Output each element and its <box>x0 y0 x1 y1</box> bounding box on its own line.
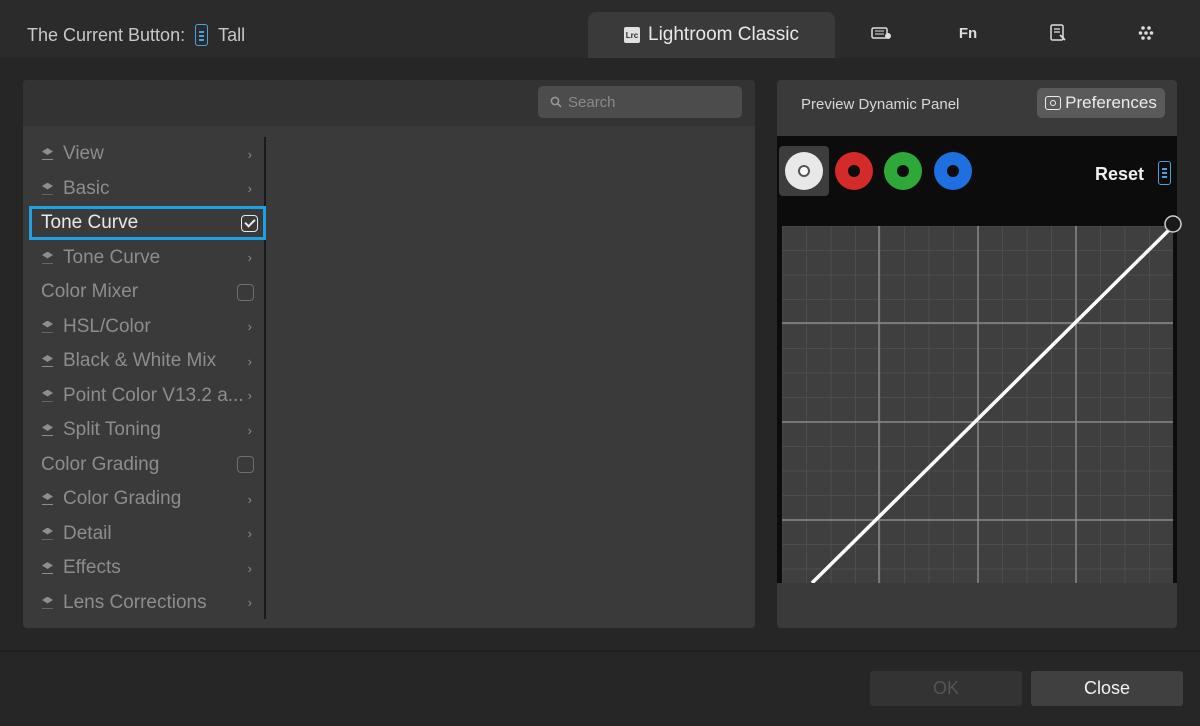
tone-curve-graph[interactable] <box>782 226 1173 583</box>
list-header <box>23 80 755 126</box>
preferences-icon <box>1045 96 1062 110</box>
channel-rgb-button[interactable] <box>785 152 823 190</box>
chevron-right-icon: › <box>247 250 252 265</box>
keyboard-mouse-icon[interactable] <box>869 22 893 44</box>
channel-dot <box>798 165 810 177</box>
channel-dot <box>947 165 959 177</box>
layers-icon <box>41 528 55 540</box>
list-item[interactable]: Color Grading › <box>23 482 264 516</box>
ok-button[interactable]: OK <box>870 671 1022 706</box>
channel-blue-button[interactable] <box>934 152 972 190</box>
preferences-button[interactable]: Preferences <box>1037 88 1165 118</box>
layers-icon <box>41 597 55 609</box>
preferences-label: Preferences <box>1065 93 1157 112</box>
list-item-label: Color Grading <box>63 488 182 509</box>
chevron-right-icon: › <box>247 181 252 196</box>
top-bar: The Current Button: Tall Lrc Lightroom C… <box>0 0 1200 58</box>
list-item-label: Lens Corrections <box>63 591 207 613</box>
list-item-label: Effects <box>63 557 121 578</box>
list-item[interactable]: Basic › <box>23 172 264 206</box>
layers-icon <box>41 424 55 436</box>
list-item[interactable]: Tone Curve <box>29 206 266 240</box>
fn-icon[interactable]: Fn <box>956 22 980 44</box>
preview-panel: Preview Dynamic Panel Preferences Reset <box>777 80 1182 628</box>
list-item-label: Tone Curve <box>63 246 161 268</box>
tall-button-icon <box>1158 161 1171 185</box>
list-item-label: View <box>63 143 104 164</box>
chevron-right-icon: › <box>247 491 252 507</box>
layers-icon <box>41 252 55 264</box>
chevron-right-icon: › <box>247 319 252 334</box>
search-icon <box>550 96 562 108</box>
list-item-label: Detail <box>63 522 112 544</box>
current-button-indicator: The Current Button: Tall <box>27 24 245 46</box>
list-item[interactable]: Tone Curve › <box>23 241 264 275</box>
chevron-right-icon: › <box>247 388 252 403</box>
list-item-label: Color Mixer <box>41 281 139 302</box>
tone-curve-line <box>810 226 1173 583</box>
curve-endpoint-handle[interactable] <box>1161 212 1185 236</box>
list-item-label: Tone Curve <box>41 212 139 233</box>
edit-icon[interactable] <box>1046 22 1070 44</box>
list-item-label: Basic <box>63 177 110 199</box>
list-item[interactable]: HSL/Color › <box>23 310 264 344</box>
list-item[interactable]: Point Color V13.2 a... › <box>23 379 264 413</box>
layers-icon <box>41 493 55 505</box>
current-button-label: The Current Button: <box>27 24 186 45</box>
list-item[interactable]: Effects › <box>23 551 264 585</box>
footer-divider <box>0 650 1200 652</box>
channel-red-button[interactable] <box>835 152 873 190</box>
list-item[interactable]: Color Mixer <box>23 275 264 309</box>
list-item[interactable]: Lens Corrections › <box>23 586 264 620</box>
function-list-panel: View › Basic › Tone Curve Tone Curve › Color Mi… <box>23 80 755 628</box>
current-button-value: Tall <box>218 24 246 45</box>
layers-icon <box>41 183 55 195</box>
layers-icon <box>41 355 55 367</box>
list-item-label: Point Color V13.2 a... <box>63 384 244 406</box>
list-item[interactable]: Color Grading <box>23 448 264 482</box>
list-item-label: Color Grading <box>41 453 160 475</box>
checkbox[interactable] <box>237 456 254 473</box>
list-item-label: HSL/Color <box>63 315 151 337</box>
channel-dot <box>848 165 860 177</box>
chevron-right-icon: › <box>247 353 252 369</box>
list-item-label: Split Toning <box>63 419 161 440</box>
reset-button[interactable]: Reset <box>1095 164 1144 185</box>
search-input[interactable] <box>568 93 738 111</box>
tab-label: Lightroom Classic <box>648 24 799 45</box>
chevron-right-icon: › <box>247 146 252 162</box>
tall-button-icon <box>195 24 209 46</box>
list-item[interactable]: View › <box>23 137 264 171</box>
layers-icon <box>41 321 55 333</box>
tab-lightroom-classic[interactable]: Lrc Lightroom Classic <box>588 12 835 58</box>
channel-green-button[interactable] <box>884 152 922 190</box>
layers-icon <box>41 390 55 402</box>
list-item-label: Black & White Mix <box>63 350 217 371</box>
list-item[interactable]: Detail › <box>23 517 264 551</box>
checkbox-checked[interactable] <box>241 214 258 232</box>
chevron-right-icon: › <box>247 560 252 576</box>
chevron-right-icon: › <box>247 595 252 610</box>
list-item[interactable]: Black & White Mix › <box>23 344 264 378</box>
chevron-right-icon: › <box>247 422 252 438</box>
close-button[interactable]: Close <box>1031 671 1183 706</box>
search-box[interactable] <box>538 86 742 118</box>
chevron-right-icon: › <box>247 526 252 541</box>
function-list: View › Basic › Tone Curve Tone Curve › Color Mi… <box>23 137 266 619</box>
checkbox[interactable] <box>237 283 254 301</box>
layers-icon <box>41 148 55 160</box>
dots-icon[interactable] <box>1134 22 1158 44</box>
tone-curve-preview: Reset <box>777 136 1182 583</box>
list-item[interactable]: Split Toning › <box>23 413 264 447</box>
channel-dot <box>897 165 909 177</box>
preview-title: Preview Dynamic Panel <box>801 96 960 113</box>
lrc-icon: Lrc <box>624 27 640 43</box>
layers-icon <box>41 562 55 574</box>
